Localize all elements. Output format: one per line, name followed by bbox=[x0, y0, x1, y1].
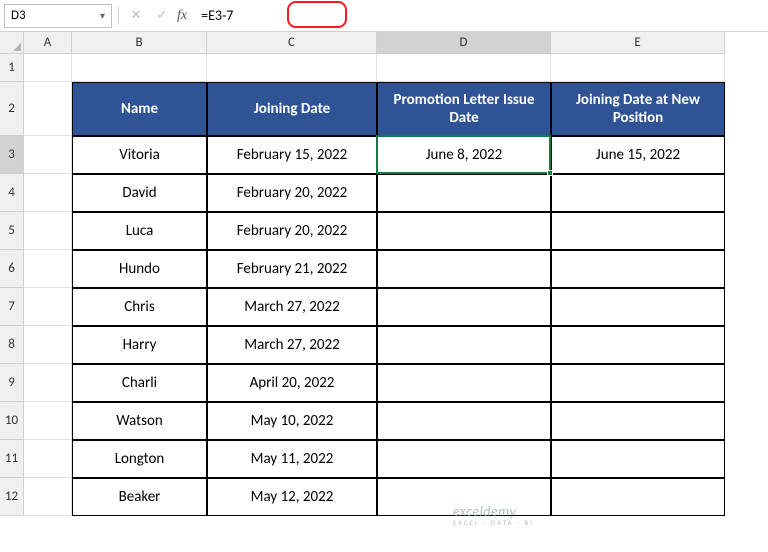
cell-C6[interactable]: February 21, 2022 bbox=[207, 250, 377, 288]
row-header-1[interactable]: 1 bbox=[0, 54, 24, 82]
cell-D3[interactable]: June 8, 2022 bbox=[377, 136, 551, 174]
cell-E12[interactable] bbox=[551, 478, 725, 516]
col-header-E[interactable]: E bbox=[551, 32, 725, 54]
cell-D7[interactable] bbox=[377, 288, 551, 326]
cell-E1[interactable] bbox=[551, 54, 725, 82]
row-header-7[interactable]: 7 bbox=[0, 288, 24, 326]
row-header-2[interactable]: 2 bbox=[0, 82, 24, 136]
col-header-B[interactable]: B bbox=[72, 32, 207, 54]
cell-B7[interactable]: Chris bbox=[72, 288, 207, 326]
cell-A9[interactable] bbox=[24, 364, 72, 402]
cell-C3[interactable]: February 15, 2022 bbox=[207, 136, 377, 174]
row-header-4[interactable]: 4 bbox=[0, 174, 24, 212]
cell-D12[interactable] bbox=[377, 478, 551, 516]
row-header-12[interactable]: 12 bbox=[0, 478, 24, 516]
cell-D11[interactable] bbox=[377, 440, 551, 478]
cell-A3[interactable] bbox=[24, 136, 72, 174]
watermark-tag: EXCEL · DATA · BI bbox=[453, 518, 534, 527]
row-header-6[interactable]: 6 bbox=[0, 250, 24, 288]
cell-C4[interactable]: February 20, 2022 bbox=[207, 174, 377, 212]
cell-E3[interactable]: June 15, 2022 bbox=[551, 136, 725, 174]
cell-E9[interactable] bbox=[551, 364, 725, 402]
divider bbox=[118, 7, 119, 25]
cell-A4[interactable] bbox=[24, 174, 72, 212]
cell-B6[interactable]: Hundo bbox=[72, 250, 207, 288]
cell-A1[interactable] bbox=[24, 54, 72, 82]
cell-E4[interactable] bbox=[551, 174, 725, 212]
cell-B1[interactable] bbox=[72, 54, 207, 82]
cancel-icon[interactable]: ✕ bbox=[125, 5, 147, 27]
cell-D4[interactable] bbox=[377, 174, 551, 212]
cell-E10[interactable] bbox=[551, 402, 725, 440]
cell-C7[interactable]: March 27, 2022 bbox=[207, 288, 377, 326]
cell-D8[interactable] bbox=[377, 326, 551, 364]
row-header-11[interactable]: 11 bbox=[0, 440, 24, 478]
cell-B12[interactable]: Beaker bbox=[72, 478, 207, 516]
cell-E8[interactable] bbox=[551, 326, 725, 364]
col-header-C[interactable]: C bbox=[207, 32, 377, 54]
cell-B8[interactable]: Harry bbox=[72, 326, 207, 364]
col-headers: ABCDE bbox=[24, 32, 725, 54]
chevron-down-icon[interactable]: ▾ bbox=[100, 9, 105, 22]
row-header-3[interactable]: 3 bbox=[0, 136, 24, 174]
cell-B2[interactable]: Name bbox=[72, 82, 207, 136]
select-all-corner[interactable] bbox=[0, 32, 24, 54]
cell-B9[interactable]: Charli bbox=[72, 364, 207, 402]
cell-B11[interactable]: Longton bbox=[72, 440, 207, 478]
cell-B3[interactable]: Vitoria bbox=[72, 136, 207, 174]
cell-D6[interactable] bbox=[377, 250, 551, 288]
name-box[interactable]: D3 ▾ bbox=[4, 4, 112, 28]
cell-C11[interactable]: May 11, 2022 bbox=[207, 440, 377, 478]
formula-text: =E3-7 bbox=[201, 7, 233, 24]
cell-E11[interactable] bbox=[551, 440, 725, 478]
cell-C9[interactable]: April 20, 2022 bbox=[207, 364, 377, 402]
cell-D10[interactable] bbox=[377, 402, 551, 440]
cell-A6[interactable] bbox=[24, 250, 72, 288]
check-icon[interactable]: ✓ bbox=[151, 5, 173, 27]
formula-bar: D3 ▾ ✕ ✓ fx =E3-7 bbox=[0, 0, 768, 32]
cell-D5[interactable] bbox=[377, 212, 551, 250]
cell-A2[interactable] bbox=[24, 82, 72, 136]
row-header-8[interactable]: 8 bbox=[0, 326, 24, 364]
row-header-10[interactable]: 10 bbox=[0, 402, 24, 440]
cell-A5[interactable] bbox=[24, 212, 72, 250]
cell-D9[interactable] bbox=[377, 364, 551, 402]
cell-E2[interactable]: Joining Date at New Position bbox=[551, 82, 725, 136]
cell-B10[interactable]: Watson bbox=[72, 402, 207, 440]
cell-A11[interactable] bbox=[24, 440, 72, 478]
row-headers: 123456789101112 bbox=[0, 54, 24, 516]
formula-input[interactable]: =E3-7 bbox=[195, 4, 764, 28]
cell-E7[interactable] bbox=[551, 288, 725, 326]
cell-A7[interactable] bbox=[24, 288, 72, 326]
col-header-D[interactable]: D bbox=[377, 32, 551, 54]
cell-A12[interactable] bbox=[24, 478, 72, 516]
cell-A10[interactable] bbox=[24, 402, 72, 440]
cell-B4[interactable]: David bbox=[72, 174, 207, 212]
cell-A8[interactable] bbox=[24, 326, 72, 364]
cell-E6[interactable] bbox=[551, 250, 725, 288]
spreadsheet-grid: 123456789101112 ABCDE NameJoining DatePr… bbox=[0, 32, 768, 516]
row-header-9[interactable]: 9 bbox=[0, 364, 24, 402]
fx-icon[interactable]: fx bbox=[177, 8, 187, 24]
cell-E5[interactable] bbox=[551, 212, 725, 250]
name-box-value: D3 bbox=[11, 8, 26, 23]
cell-C8[interactable]: March 27, 2022 bbox=[207, 326, 377, 364]
cell-C12[interactable]: May 12, 2022 bbox=[207, 478, 377, 516]
cell-C5[interactable]: February 20, 2022 bbox=[207, 212, 377, 250]
cell-C1[interactable] bbox=[207, 54, 377, 82]
cells-area[interactable]: NameJoining DatePromotion Letter Issue D… bbox=[24, 54, 725, 516]
cell-B5[interactable]: Luca bbox=[72, 212, 207, 250]
row-header-5[interactable]: 5 bbox=[0, 212, 24, 250]
cell-D1[interactable] bbox=[377, 54, 551, 82]
cell-D2[interactable]: Promotion Letter Issue Date bbox=[377, 82, 551, 136]
cell-C10[interactable]: May 10, 2022 bbox=[207, 402, 377, 440]
col-header-A[interactable]: A bbox=[24, 32, 72, 54]
cell-C2[interactable]: Joining Date bbox=[207, 82, 377, 136]
